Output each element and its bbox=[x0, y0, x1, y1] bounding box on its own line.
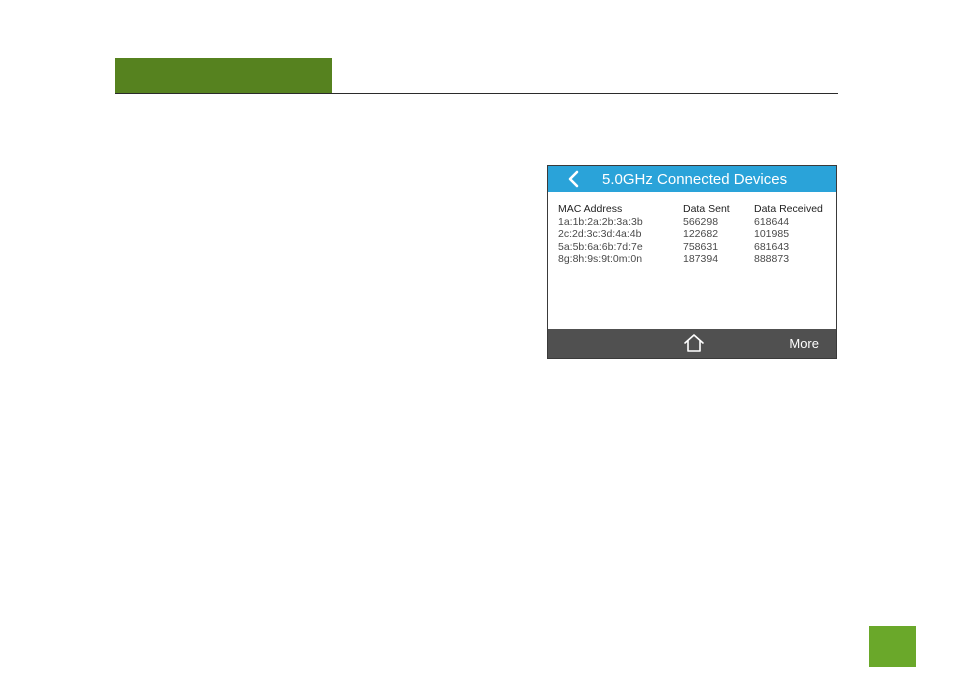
column-header-mac: MAC Address bbox=[558, 203, 623, 215]
data-sent-cell: 187394 bbox=[683, 253, 719, 265]
mac-address-cell: 1a:1b:2a:2b:3a:3b bbox=[558, 215, 643, 228]
screen-footer: More bbox=[548, 329, 836, 358]
device-screen: 5.0GHz Connected Devices MAC Address Dat… bbox=[547, 165, 837, 359]
page-corner-block bbox=[869, 626, 916, 667]
mac-address-cell: 8g:8h:9s:9t:0m:0n bbox=[558, 253, 643, 265]
home-button[interactable] bbox=[683, 333, 705, 353]
column-header-data-received: Data Received bbox=[754, 203, 823, 215]
back-button[interactable] bbox=[565, 169, 585, 189]
data-received-cell: 681643 bbox=[754, 240, 790, 253]
data-received-cell: 101985 bbox=[754, 228, 790, 240]
data-sent-cell: 566298 bbox=[683, 215, 719, 228]
data-received-cell: 888873 bbox=[754, 253, 790, 265]
screen-title: 5.0GHz Connected Devices bbox=[602, 171, 788, 188]
home-icon bbox=[684, 334, 704, 352]
mac-address-cell: 2c:2d:3c:3d:4a:4b bbox=[558, 228, 642, 240]
more-button[interactable]: More bbox=[789, 336, 819, 351]
header-divider bbox=[115, 93, 838, 94]
chevron-left-icon bbox=[568, 170, 579, 188]
section-header-tab bbox=[115, 58, 332, 94]
data-received-cell: 618644 bbox=[754, 215, 790, 228]
data-sent-cell: 122682 bbox=[683, 228, 719, 240]
column-header-data-sent: Data Sent bbox=[683, 203, 730, 215]
screen-titlebar: 5.0GHz Connected Devices bbox=[548, 166, 836, 192]
mac-address-cell: 5a:5b:6a:6b:7d:7e bbox=[558, 240, 643, 253]
data-sent-cell: 758631 bbox=[683, 240, 719, 253]
